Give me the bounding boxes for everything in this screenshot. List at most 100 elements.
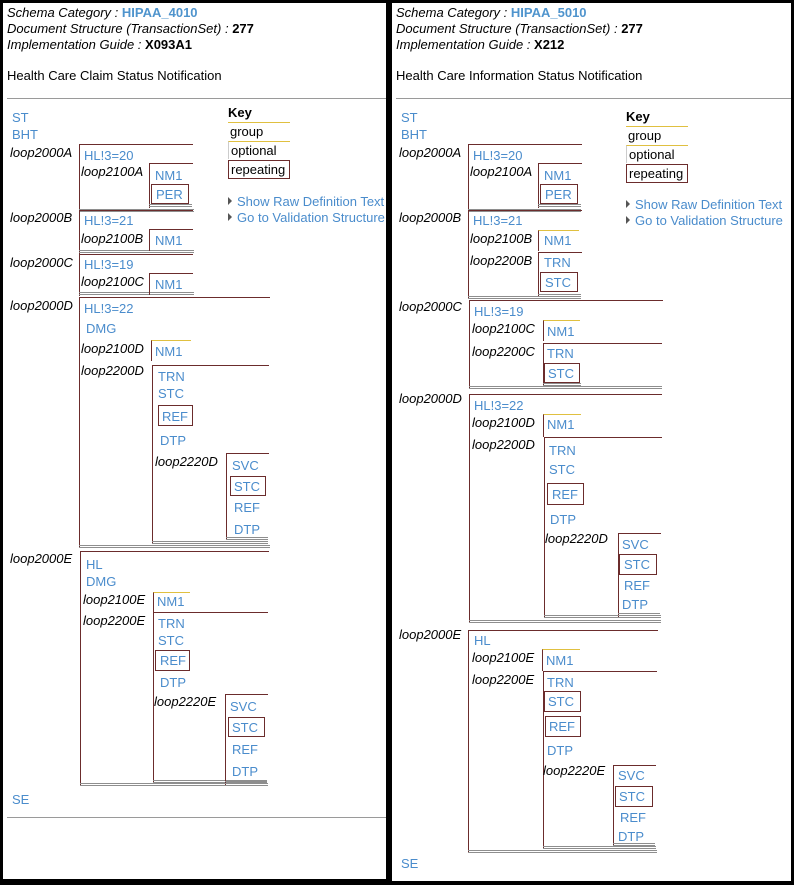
segment-stc[interactable]: STC <box>158 386 184 402</box>
segment-trn[interactable]: TRN <box>158 616 185 632</box>
loop-2200d[interactable]: loop2200D <box>472 437 535 453</box>
segment-bht[interactable]: BHT <box>12 127 38 143</box>
segment-ref[interactable]: REF <box>232 742 258 758</box>
segment-trn[interactable]: TRN <box>544 255 571 271</box>
segment-dtp[interactable]: DTP <box>547 743 573 759</box>
segment-trn[interactable]: TRN <box>547 675 574 691</box>
loop-2000b[interactable]: loop2000B <box>10 210 72 226</box>
segment-nm1[interactable]: NM1 <box>544 168 571 184</box>
loop-2200e[interactable]: loop2200E <box>83 613 145 629</box>
loop-2000b[interactable]: loop2000B <box>399 210 461 226</box>
go-to-validation-link[interactable]: Go to Validation Structure <box>228 210 385 225</box>
loop-2100d[interactable]: loop2100D <box>81 341 144 357</box>
segment-dtp[interactable]: DTP <box>618 829 644 845</box>
loop-2100b[interactable]: loop2100B <box>470 231 532 247</box>
segment-trn[interactable]: TRN <box>547 346 574 362</box>
segment-nm1[interactable]: NM1 <box>155 233 182 249</box>
segment-st[interactable]: ST <box>401 110 418 126</box>
loop-2220e[interactable]: loop2220E <box>154 694 216 710</box>
loop-2100b[interactable]: loop2100B <box>81 231 143 247</box>
go-to-validation-link[interactable]: Go to Validation Structure <box>626 213 783 228</box>
segment-stc[interactable]: STC <box>549 462 575 478</box>
segment-per[interactable]: PER <box>545 187 572 203</box>
show-raw-definition-link[interactable]: Show Raw Definition Text <box>228 194 384 209</box>
loop-2000c[interactable]: loop2000C <box>10 255 73 271</box>
segment-nm1[interactable]: NM1 <box>547 417 574 433</box>
segment-hl-19[interactable]: HL!3=19 <box>84 257 134 273</box>
loop-2100a[interactable]: loop2100A <box>470 164 532 180</box>
loop-2100e[interactable]: loop2100E <box>472 650 534 666</box>
segment-hl-19[interactable]: HL!3=19 <box>474 304 524 320</box>
segment-nm1[interactable]: NM1 <box>547 324 574 340</box>
segment-stc[interactable]: STC <box>624 557 650 573</box>
segment-stc[interactable]: STC <box>232 720 258 736</box>
segment-svc[interactable]: SVC <box>232 458 259 474</box>
segment-ref[interactable]: REF <box>162 409 188 425</box>
loop-2000d[interactable]: loop2000D <box>399 391 462 407</box>
loop-2100e[interactable]: loop2100E <box>83 592 145 608</box>
segment-stc[interactable]: STC <box>548 694 574 710</box>
segment-hl-21[interactable]: HL!3=21 <box>84 213 134 229</box>
segment-nm1[interactable]: NM1 <box>155 168 182 184</box>
segment-ref[interactable]: REF <box>234 500 260 516</box>
loop-2100c[interactable]: loop2100C <box>81 274 144 290</box>
loop-2000e[interactable]: loop2000E <box>399 627 461 643</box>
segment-stc[interactable]: STC <box>548 366 574 382</box>
loop-2220d[interactable]: loop2220D <box>545 531 608 547</box>
segment-hl-22[interactable]: HL!3=22 <box>474 398 524 414</box>
segment-hl-20[interactable]: HL!3=20 <box>473 148 523 164</box>
loop-2000d[interactable]: loop2000D <box>10 298 73 314</box>
loop-2200b[interactable]: loop2200B <box>470 253 532 269</box>
loop-2000a[interactable]: loop2000A <box>10 145 72 161</box>
loop-2000c[interactable]: loop2000C <box>399 299 462 315</box>
segment-ref[interactable]: REF <box>549 719 575 735</box>
segment-bht[interactable]: BHT <box>401 127 427 143</box>
segment-dtp[interactable]: DTP <box>160 675 186 691</box>
loop-2100a[interactable]: loop2100A <box>81 164 143 180</box>
segment-trn[interactable]: TRN <box>549 443 576 459</box>
loop-2100c[interactable]: loop2100C <box>472 321 535 337</box>
segment-dtp[interactable]: DTP <box>234 522 260 538</box>
segment-st[interactable]: ST <box>12 110 29 126</box>
segment-nm1[interactable]: NM1 <box>155 277 182 293</box>
segment-stc[interactable]: STC <box>234 479 260 495</box>
segment-dmg[interactable]: DMG <box>86 321 116 337</box>
segment-hl[interactable]: HL <box>86 557 103 573</box>
segment-dtp[interactable]: DTP <box>550 512 576 528</box>
segment-se[interactable]: SE <box>401 856 418 872</box>
segment-hl[interactable]: HL <box>474 633 491 649</box>
segment-hl-21[interactable]: HL!3=21 <box>473 213 523 229</box>
segment-dmg[interactable]: DMG <box>86 574 116 590</box>
segment-dtp[interactable]: DTP <box>622 597 648 613</box>
loop-2100d[interactable]: loop2100D <box>472 415 535 431</box>
loop-2000e[interactable]: loop2000E <box>10 551 72 567</box>
segment-nm1[interactable]: NM1 <box>157 594 184 610</box>
segment-hl-20[interactable]: HL!3=20 <box>84 148 134 164</box>
segment-ref[interactable]: REF <box>552 487 578 503</box>
segment-dtp[interactable]: DTP <box>232 764 258 780</box>
segment-dtp[interactable]: DTP <box>160 433 186 449</box>
segment-nm1[interactable]: NM1 <box>155 344 182 360</box>
segment-se[interactable]: SE <box>12 792 29 808</box>
segment-nm1[interactable]: NM1 <box>544 233 571 249</box>
segment-stc[interactable]: STC <box>545 275 571 291</box>
show-raw-definition-link[interactable]: Show Raw Definition Text <box>626 197 782 212</box>
loop-2220d[interactable]: loop2220D <box>155 454 218 470</box>
segment-ref[interactable]: REF <box>160 653 186 669</box>
segment-stc[interactable]: STC <box>158 633 184 649</box>
loop-2200e[interactable]: loop2200E <box>472 672 534 688</box>
loop-2200c[interactable]: loop2200C <box>472 344 535 360</box>
segment-hl-22[interactable]: HL!3=22 <box>84 301 134 317</box>
loop-2000a[interactable]: loop2000A <box>399 145 461 161</box>
loop-2220e[interactable]: loop2220E <box>543 763 605 779</box>
segment-nm1[interactable]: NM1 <box>546 653 573 669</box>
segment-svc[interactable]: SVC <box>618 768 645 784</box>
segment-per[interactable]: PER <box>156 187 183 203</box>
segment-ref[interactable]: REF <box>624 578 650 594</box>
loop-2200d[interactable]: loop2200D <box>81 363 144 379</box>
segment-ref[interactable]: REF <box>620 810 646 826</box>
segment-svc[interactable]: SVC <box>230 699 257 715</box>
segment-svc[interactable]: SVC <box>622 537 649 553</box>
segment-trn[interactable]: TRN <box>158 369 185 385</box>
segment-stc[interactable]: STC <box>619 789 645 805</box>
